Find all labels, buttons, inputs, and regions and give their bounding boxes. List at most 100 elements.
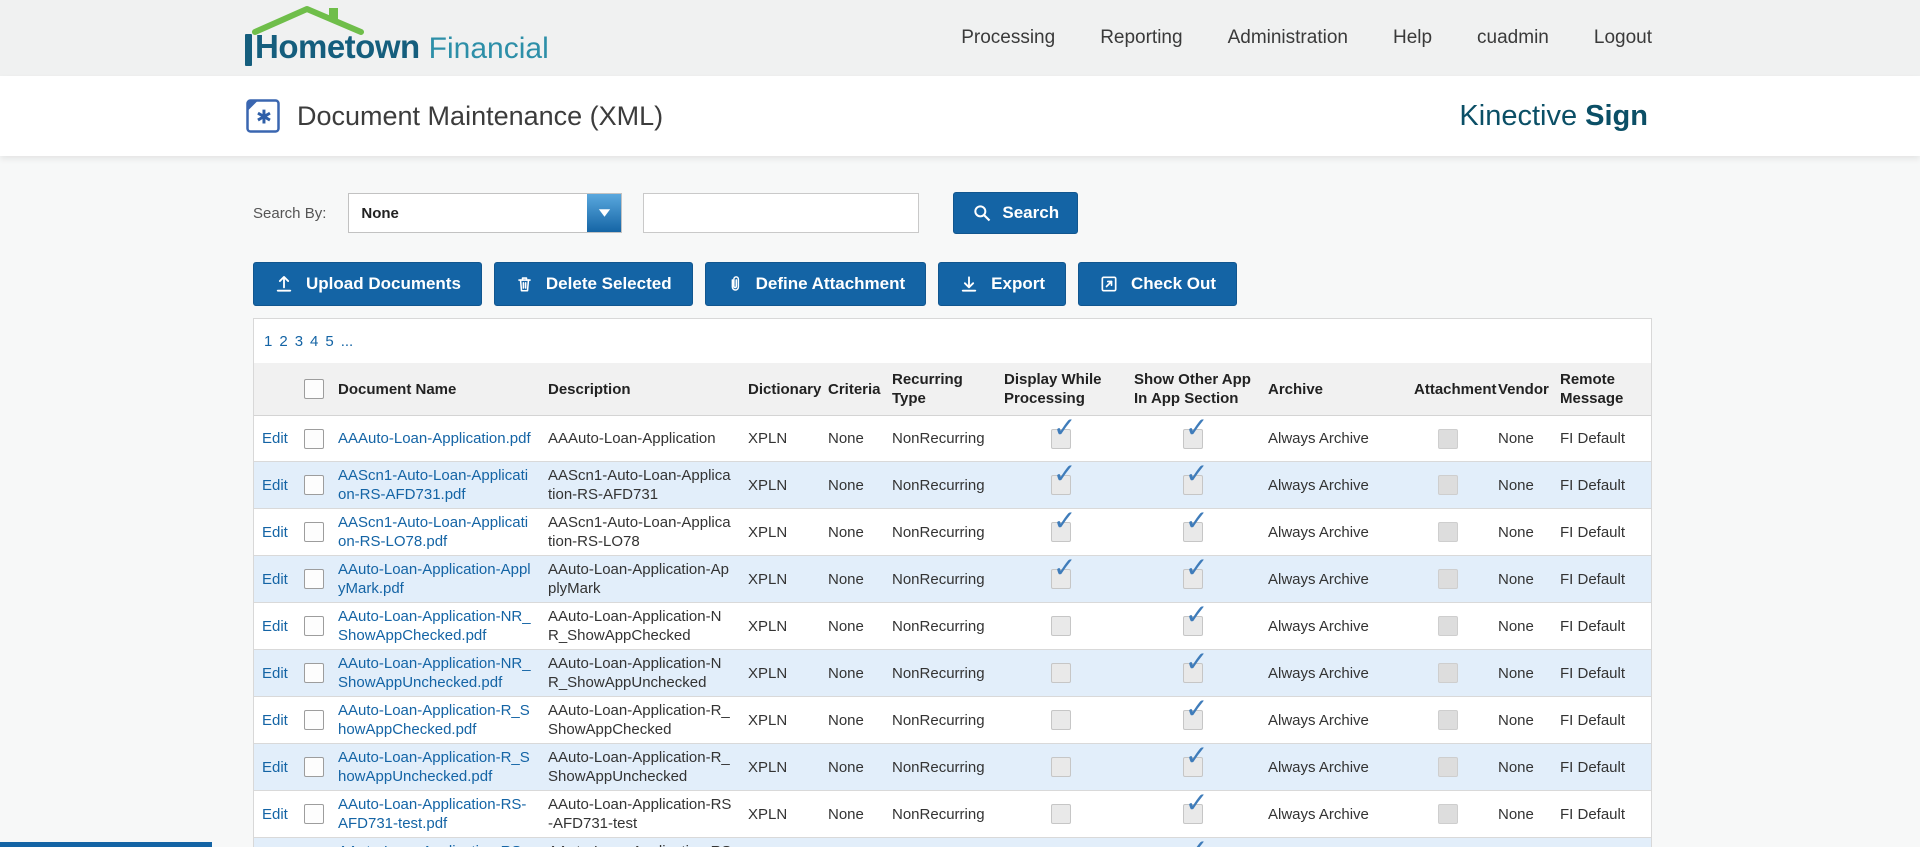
upload-documents-label: Upload Documents xyxy=(306,274,461,293)
attachment-checkbox[interactable] xyxy=(1438,710,1458,731)
row-select-checkbox[interactable] xyxy=(304,804,324,825)
dictionary-cell: XPLN xyxy=(740,790,820,838)
nav-item-reporting[interactable]: Reporting xyxy=(1100,27,1182,49)
hometown-financial-logo[interactable]: Hometown Financial xyxy=(245,0,549,76)
search-button[interactable]: Search xyxy=(953,192,1079,234)
display-while-processing-checkbox[interactable] xyxy=(1051,804,1071,825)
define-attachment-button[interactable]: Define Attachment xyxy=(704,262,927,306)
display-while-processing-checkbox[interactable] xyxy=(1051,464,1076,496)
edit-link[interactable]: Edit xyxy=(262,665,288,682)
edit-link[interactable]: Edit xyxy=(262,618,288,635)
show-other-app-checkbox[interactable] xyxy=(1183,793,1208,825)
row-select-checkbox[interactable] xyxy=(304,710,324,731)
page-link-1[interactable]: 1 xyxy=(264,333,272,350)
edit-link[interactable]: Edit xyxy=(262,571,288,588)
top-bar: Hometown Financial Processing Reporting Adm… xyxy=(0,0,1920,76)
remote-message-cell: FI Default xyxy=(1552,790,1651,838)
edit-link[interactable]: Edit xyxy=(262,430,288,447)
select-all-checkbox[interactable] xyxy=(304,379,324,400)
table-row: Edit AAScn1-Auto-Loan-Application-RS-AFD7… xyxy=(254,461,1651,509)
document-name-link[interactable]: AAuto-Loan-Application-ApplyMark.pdf xyxy=(338,561,531,597)
delete-selected-button[interactable]: Delete Selected xyxy=(493,262,693,306)
show-other-app-checkbox[interactable] xyxy=(1183,558,1208,590)
document-name-link[interactable]: AAuto-Loan-Application-RS-AFD731-Test2.p… xyxy=(338,843,526,847)
row-select-checkbox[interactable] xyxy=(304,428,324,449)
search-by-dropdown[interactable]: None xyxy=(348,193,623,233)
dictionary-cell: XPLN xyxy=(740,602,820,650)
document-name-link[interactable]: AAuto-Loan-Application-NR_ShowAppChecked… xyxy=(338,608,531,644)
show-other-app-checkbox[interactable] xyxy=(1183,746,1208,778)
attachment-checkbox[interactable] xyxy=(1438,804,1458,825)
attachment-checkbox[interactable] xyxy=(1438,569,1458,590)
check-out-button[interactable]: Check Out xyxy=(1078,262,1238,306)
document-name-link[interactable]: AAuto-Loan-Application-R_ShowAppUnchecke… xyxy=(338,749,530,785)
show-other-app-checkbox[interactable] xyxy=(1183,699,1208,731)
remote-message-cell: FI Default xyxy=(1552,649,1651,697)
row-select-checkbox[interactable] xyxy=(304,757,324,778)
attachment-checkbox[interactable] xyxy=(1438,757,1458,778)
display-while-processing-checkbox[interactable] xyxy=(1051,616,1071,637)
archive-cell: Always Archive xyxy=(1260,555,1406,603)
search-input[interactable] xyxy=(643,193,920,233)
vendor-cell: None xyxy=(1490,461,1552,509)
display-while-processing-checkbox[interactable] xyxy=(1051,511,1076,543)
document-name-link[interactable]: AAuto-Loan-Application-NR_ShowAppUncheck… xyxy=(338,655,531,691)
page-link-4[interactable]: 4 xyxy=(310,333,318,350)
show-other-app-checkbox[interactable] xyxy=(1183,511,1208,543)
edit-link[interactable]: Edit xyxy=(262,524,288,541)
edit-link[interactable]: Edit xyxy=(262,759,288,776)
row-select-checkbox[interactable] xyxy=(304,475,324,496)
description-cell: AAuto-Loan-Application-R_ShowAppChecked xyxy=(540,696,740,744)
remote-message-cell: FI Default xyxy=(1552,837,1651,847)
edit-column-header xyxy=(254,363,296,416)
page-link-2[interactable]: 2 xyxy=(279,333,287,350)
define-attachment-label: Define Attachment xyxy=(755,274,906,293)
document-name-link[interactable]: AAuto-Loan-Application-R_ShowAppChecked.… xyxy=(338,702,530,738)
export-button[interactable]: Export xyxy=(938,262,1066,306)
document-name-link[interactable]: AAScn1-Auto-Loan-Application-RS-AFD731.p… xyxy=(338,467,528,503)
criteria-cell: None xyxy=(820,415,884,462)
display-while-processing-checkbox[interactable] xyxy=(1051,558,1076,590)
row-select-checkbox[interactable] xyxy=(304,616,324,637)
export-label: Export xyxy=(991,274,1045,293)
dictionary-cell: XPLN xyxy=(740,508,820,556)
edit-link[interactable]: Edit xyxy=(262,806,288,823)
show-other-app-checkbox[interactable] xyxy=(1183,605,1208,637)
nav-item-processing[interactable]: Processing xyxy=(961,27,1055,49)
document-name-link[interactable]: AAScn1-Auto-Loan-Application-RS-LO78.pdf xyxy=(338,514,528,550)
edit-link[interactable]: Edit xyxy=(262,712,288,729)
nav-item-cuadmin[interactable]: cuadmin xyxy=(1477,27,1549,49)
row-select-checkbox[interactable] xyxy=(304,569,324,590)
display-while-processing-checkbox[interactable] xyxy=(1051,757,1071,778)
nav-item-help[interactable]: Help xyxy=(1393,27,1432,49)
show-other-app-checkbox[interactable] xyxy=(1183,652,1208,684)
nav-item-logout[interactable]: Logout xyxy=(1594,27,1652,49)
chevron-down-icon xyxy=(598,209,610,217)
attachment-checkbox[interactable] xyxy=(1438,616,1458,637)
upload-documents-button[interactable]: Upload Documents xyxy=(253,262,482,306)
description-cell: AAuto-Loan-Application-NR_ShowAppUncheck… xyxy=(540,649,740,697)
document-name-link[interactable]: AAuto-Loan-Application-RS-AFD731-test.pd… xyxy=(338,796,526,832)
attachment-checkbox[interactable] xyxy=(1438,663,1458,684)
attachment-checkbox[interactable] xyxy=(1438,522,1458,543)
dropdown-arrow-button[interactable] xyxy=(587,194,622,232)
archive-cell: Always Archive xyxy=(1260,696,1406,744)
page-link-3[interactable]: 3 xyxy=(295,333,303,350)
display-while-processing-checkbox[interactable] xyxy=(1051,418,1076,449)
display-while-processing-checkbox[interactable] xyxy=(1051,710,1071,731)
nav-item-administration[interactable]: Administration xyxy=(1228,27,1348,49)
page-link-5[interactable]: 5 xyxy=(325,333,333,350)
remote-message-cell: FI Default xyxy=(1552,743,1651,791)
search-by-selected-value: None xyxy=(361,204,399,222)
dictionary-cell: XPLN xyxy=(740,696,820,744)
show-other-app-checkbox[interactable] xyxy=(1183,464,1208,496)
page-link-...[interactable]: ... xyxy=(341,333,354,350)
display-while-processing-checkbox[interactable] xyxy=(1051,663,1071,684)
attachment-checkbox[interactable] xyxy=(1438,475,1458,496)
attachment-checkbox[interactable] xyxy=(1438,428,1458,449)
show-other-app-checkbox[interactable] xyxy=(1183,418,1208,449)
edit-link[interactable]: Edit xyxy=(262,477,288,494)
document-name-link[interactable]: AAAuto-Loan-Application.pdf xyxy=(338,430,531,447)
row-select-checkbox[interactable] xyxy=(304,663,324,684)
row-select-checkbox[interactable] xyxy=(304,522,324,543)
